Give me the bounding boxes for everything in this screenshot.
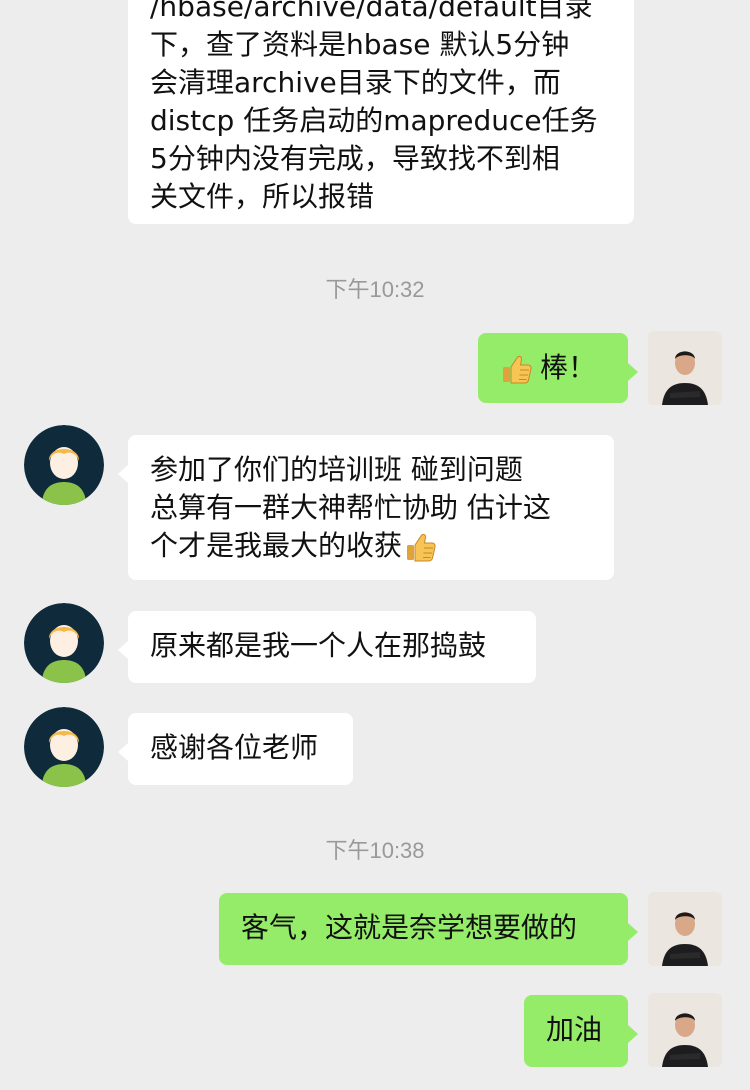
message-bubble-outgoing[interactable]: 棒！ xyxy=(478,333,638,403)
message-bubble-outgoing[interactable]: 客气，这就是奈学想要做的 xyxy=(219,893,638,965)
timestamp: 下午10:32 xyxy=(325,277,425,302)
message-line: distcp 任务启动的mapreduce任务 xyxy=(150,104,598,137)
user-avatar[interactable] xyxy=(24,425,104,505)
agent-photo-icon xyxy=(648,993,722,1067)
user-avatar[interactable] xyxy=(24,707,104,787)
default-user-avatar-icon xyxy=(24,603,104,683)
message-bubble-incoming[interactable]: 感谢各位老师 xyxy=(118,713,353,785)
bubble-tail xyxy=(628,923,638,941)
message-bubble-incoming[interactable]: /hbase/archive/data/default目录 下，查了资料是hba… xyxy=(128,0,634,224)
agent-photo-icon xyxy=(648,892,722,966)
timestamp: 下午10:38 xyxy=(325,838,425,863)
message-line: /hbase/archive/data/default目录 xyxy=(150,0,593,23)
bubble-tail xyxy=(628,1025,638,1043)
message-bubble-outgoing[interactable]: 加油 xyxy=(524,995,638,1067)
message-line: 参加了你们的培训班 碰到问题 xyxy=(150,453,523,486)
agent-avatar[interactable] xyxy=(648,331,722,405)
user-avatar[interactable] xyxy=(24,603,104,683)
chat-area[interactable]: /hbase/archive/data/default目录 下，查了资料是hba… xyxy=(0,0,750,1090)
thumbs-up-icon xyxy=(503,355,532,384)
message-line: 会清理archive目录下的文件，而 xyxy=(150,66,561,99)
message-bubble-incoming[interactable]: 原来都是我一个人在那捣鼓 xyxy=(118,611,536,683)
agent-avatar[interactable] xyxy=(648,993,722,1067)
bubble-tail xyxy=(118,641,128,659)
message-text: 棒！ xyxy=(540,351,597,384)
message-line: 下，查了资料是hbase 默认5分钟 xyxy=(150,28,570,61)
bubble-tail xyxy=(118,743,128,761)
message-line: 5分钟内没有完成，导致找不到相 xyxy=(150,142,560,175)
agent-photo-icon xyxy=(648,331,722,405)
message-line: 关文件，所以报错 xyxy=(150,180,375,213)
message-content: 棒！ xyxy=(500,349,628,387)
bubble-tail xyxy=(628,363,638,381)
bubble-tail xyxy=(118,465,128,483)
thumbs-up-icon xyxy=(407,533,436,562)
default-user-avatar-icon xyxy=(24,707,104,787)
message-text: 客气，这就是奈学想要做的 xyxy=(241,911,578,944)
message-line: 个才是我最大的收获 xyxy=(150,527,614,565)
message-bubble-incoming[interactable]: 参加了你们的培训班 碰到问题 总算有一群大神帮忙协助 估计这 个才是我最大的收获 xyxy=(118,435,614,580)
message-text: 原来都是我一个人在那捣鼓 xyxy=(150,629,487,662)
message-text: 加油 xyxy=(546,1013,603,1046)
agent-avatar[interactable] xyxy=(648,892,722,966)
message-line: 总算有一群大神帮忙协助 估计这 xyxy=(150,491,551,524)
message-text: 感谢各位老师 xyxy=(150,731,319,764)
default-user-avatar-icon xyxy=(24,425,104,505)
